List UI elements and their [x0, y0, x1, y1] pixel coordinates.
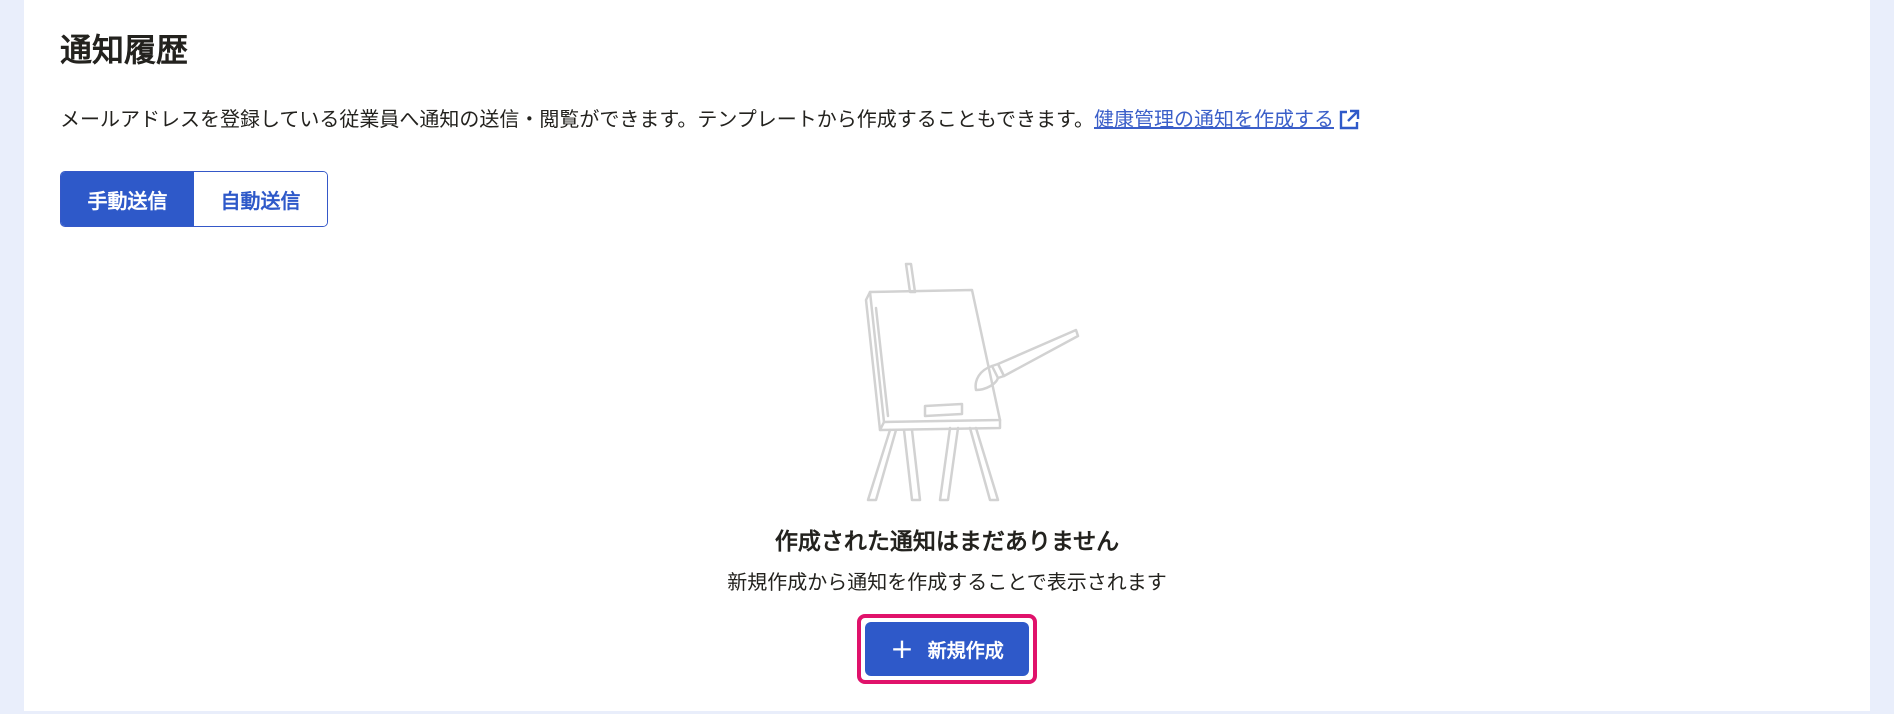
health-notice-link-label: 健康管理の通知を作成する	[1094, 107, 1334, 131]
tab-auto-send[interactable]: 自動送信	[194, 172, 327, 226]
external-link-icon	[1338, 109, 1360, 139]
tab-manual-send[interactable]: 手動送信	[61, 172, 194, 226]
page-description: メールアドレスを登録している従業員へ通知の送信・閲覧ができます。テンプレートから…	[60, 104, 1360, 139]
new-create-button-label: 新規作成	[927, 639, 1004, 662]
health-notice-link[interactable]: 健康管理の通知を作成する	[1094, 107, 1360, 131]
page-title: 通知履歴	[60, 31, 189, 69]
empty-state-title: 作成された通知はまだありません	[774, 529, 1120, 555]
description-text: メールアドレスを登録している従業員へ通知の送信・閲覧ができます。テンプレートから…	[60, 107, 1094, 131]
easel-paintbrush-illustration	[840, 256, 1080, 510]
new-create-button[interactable]: + 新規作成	[865, 622, 1029, 676]
empty-state-subtitle: 新規作成から通知を作成することで表示されます	[727, 570, 1167, 594]
plus-icon: +	[890, 632, 914, 665]
send-mode-tabs: 手動送信 自動送信	[60, 171, 328, 227]
